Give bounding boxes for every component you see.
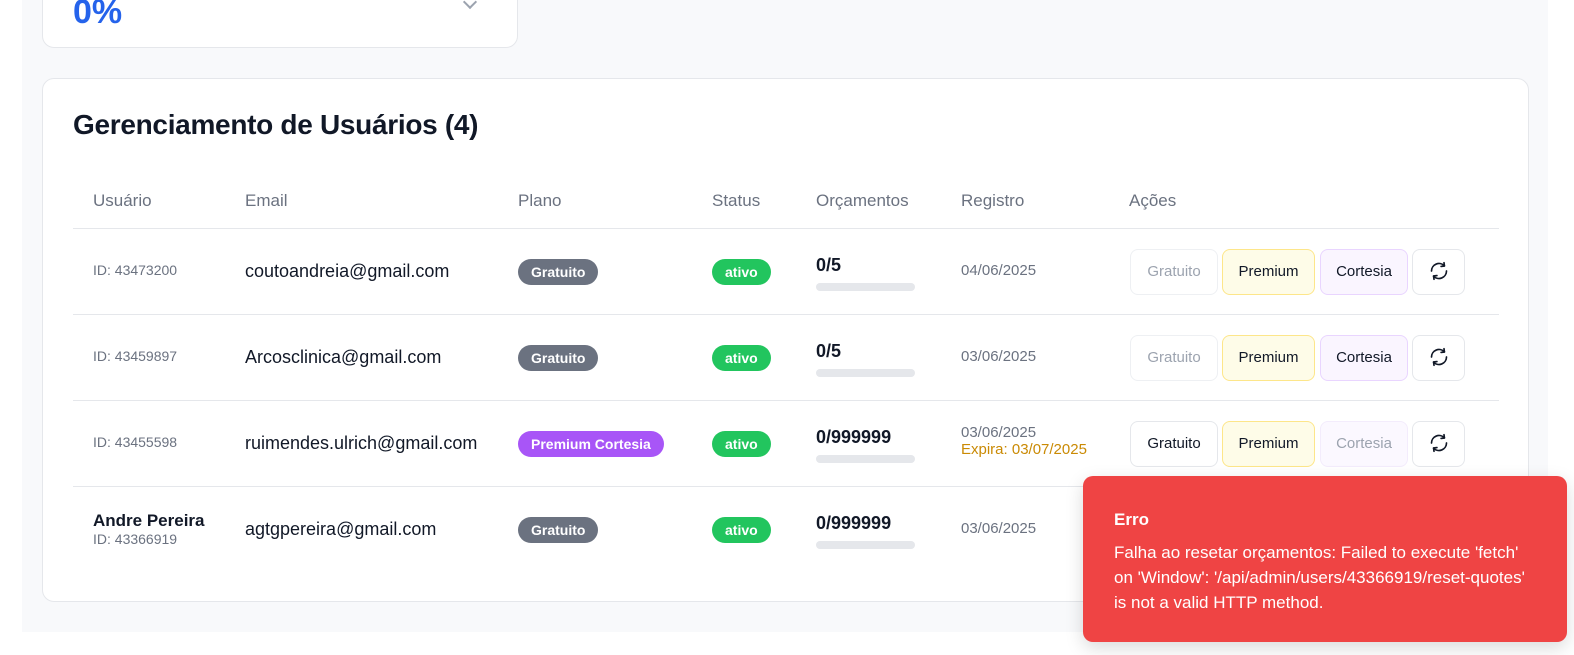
registered-date: 03/06/2025 [961, 424, 1037, 441]
user-id: ID: 43366919 [93, 531, 178, 547]
quotes-cell: 0/999999 [816, 427, 915, 463]
status-badge: ativo [712, 431, 771, 457]
registered-date: 04/06/2025 [961, 262, 1037, 279]
plan-cell: Gratuito [518, 345, 599, 371]
section-title: Gerenciamento de Usuários (4) [73, 109, 479, 140]
set-courtesy-button[interactable]: Cortesia [1320, 249, 1408, 295]
toast-message: Falha ao resetar orçamentos: Failed to e… [1114, 543, 1525, 612]
set-courtesy-button[interactable]: Cortesia [1320, 421, 1408, 467]
registered-cell: 03/06/2025 Expira: 03/07/2025 [961, 424, 1087, 458]
column-header-plan: Plano [518, 191, 562, 210]
plan-cell: Premium Cortesia [518, 431, 664, 457]
status-cell: ativo [712, 259, 771, 285]
user-name: Andre Pereira [93, 511, 205, 530]
user-email: agtgpereira@gmail.com [245, 519, 437, 539]
status-badge: ativo [712, 517, 771, 543]
reset-quotes-button[interactable] [1412, 421, 1465, 467]
column-header-user: Usuário [93, 191, 152, 210]
user-cell: ID: 43455598 [93, 434, 177, 450]
registered-cell: 03/06/2025 [961, 520, 1036, 537]
status-cell: ativo [712, 517, 771, 543]
refresh-icon [1429, 261, 1449, 280]
toast-title: Erro [1114, 510, 1149, 529]
plan-badge: Gratuito [518, 259, 599, 285]
set-free-button[interactable]: Gratuito [1130, 421, 1218, 467]
column-header-status: Status [712, 191, 761, 210]
set-free-button[interactable]: Gratuito [1130, 249, 1218, 295]
table-row: ID: 43473200 coutoandreia@gmail.com Gratui… [73, 229, 1499, 315]
quotes-progress-bar [816, 369, 915, 377]
status-cell: ativo [712, 345, 771, 371]
chevron-icon [462, 0, 478, 10]
user-id: ID: 43455598 [93, 434, 178, 450]
user-id: ID: 43473200 [93, 262, 178, 278]
table-row: ID: 43455598 ruimendes.ulrich@gmail.com Pr… [73, 401, 1499, 487]
column-header-actions: Ações [1129, 191, 1177, 210]
quotes-cell: 0/5 [816, 255, 915, 291]
registered-date: 03/06/2025 [961, 348, 1037, 365]
table-header: Usuário Email Plano Status Orçamentos Re… [73, 179, 1499, 229]
set-premium-button[interactable]: Premium [1222, 421, 1315, 467]
refresh-icon [1429, 433, 1449, 452]
quotes-progress-bar [816, 455, 915, 463]
status-badge: ativo [712, 259, 771, 285]
quotes-count: 0/999999 [816, 513, 892, 533]
set-free-button[interactable]: Gratuito [1130, 335, 1218, 381]
quotes-count: 0/999999 [816, 427, 892, 447]
stat-card: 0% [42, 0, 518, 48]
registered-cell: 04/06/2025 [961, 262, 1036, 279]
table-row: ID: 43459897 Arcosclinica@gmail.com Gratui… [73, 315, 1499, 401]
set-premium-button[interactable]: Premium [1222, 335, 1315, 381]
column-header-email: Email [245, 191, 288, 210]
error-toast[interactable]: Erro Falha ao resetar orçamentos: Failed… [1083, 476, 1567, 642]
status-cell: ativo [712, 431, 771, 457]
status-badge: ativo [712, 345, 771, 371]
user-email: Arcosclinica@gmail.com [245, 347, 442, 367]
reset-quotes-button[interactable] [1412, 249, 1465, 295]
plan-badge: Gratuito [518, 345, 599, 371]
quotes-cell: 0/999999 [816, 513, 915, 549]
registered-cell: 03/06/2025 [961, 348, 1036, 365]
quotes-count: 0/5 [816, 341, 842, 361]
user-email: coutoandreia@gmail.com [245, 261, 450, 281]
user-cell: Andre Pereira ID: 43366919 [93, 511, 205, 547]
set-courtesy-button[interactable]: Cortesia [1320, 335, 1408, 381]
user-id: ID: 43459897 [93, 348, 178, 364]
expiry-date: Expira: 03/07/2025 [961, 441, 1087, 458]
reset-quotes-button[interactable] [1412, 335, 1465, 381]
quotes-progress-bar [816, 283, 915, 291]
column-header-quotes: Orçamentos [816, 191, 909, 210]
set-premium-button[interactable]: Premium [1222, 249, 1315, 295]
user-cell: ID: 43473200 [93, 262, 177, 278]
user-email: ruimendes.ulrich@gmail.com [245, 433, 478, 453]
plan-badge: Gratuito [518, 517, 599, 543]
refresh-icon [1429, 347, 1449, 366]
quotes-cell: 0/5 [816, 341, 915, 377]
plan-badge: Premium Cortesia [518, 431, 664, 457]
column-header-registered: Registro [961, 191, 1025, 210]
quotes-count: 0/5 [816, 255, 842, 275]
stat-value: 0% [73, 0, 123, 31]
user-cell: ID: 43459897 [93, 348, 177, 364]
registered-date: 03/06/2025 [961, 520, 1037, 537]
plan-cell: Gratuito [518, 259, 599, 285]
quotes-progress-bar [816, 541, 915, 549]
plan-cell: Gratuito [518, 517, 599, 543]
